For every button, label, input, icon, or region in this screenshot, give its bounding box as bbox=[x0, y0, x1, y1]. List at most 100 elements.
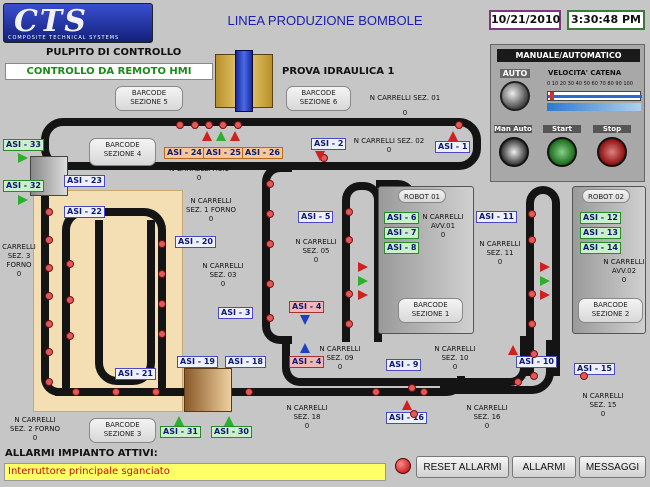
carrelli-sez-05: N CARRELLI SEZ. 05 0 bbox=[295, 238, 337, 264]
roller-icon bbox=[410, 410, 418, 418]
asi-31[interactable]: ASI - 31 bbox=[160, 426, 201, 438]
roller-icon bbox=[45, 208, 53, 216]
conveyor-oven-u bbox=[95, 220, 155, 385]
asi-21[interactable]: ASI - 21 bbox=[115, 368, 156, 380]
roller-icon bbox=[266, 210, 274, 218]
asi-4-top[interactable]: ASI - 4 bbox=[289, 301, 325, 313]
asi-22[interactable]: ASI - 22 bbox=[64, 206, 105, 218]
asi-32[interactable]: ASI - 32 bbox=[3, 180, 44, 192]
asi-13[interactable]: ASI - 13 bbox=[580, 227, 621, 239]
roller-icon bbox=[45, 378, 53, 386]
hydraulic-test-machine[interactable] bbox=[215, 50, 273, 112]
speed-slider[interactable] bbox=[547, 91, 642, 101]
roller-icon bbox=[45, 236, 53, 244]
carrelli-sez-09: N CARRELLI SEZ. 09 0 bbox=[319, 345, 361, 371]
carrelli-sez-02: N CARRELLI SEZ. 02 0 bbox=[353, 137, 425, 154]
asi-14[interactable]: ASI - 14 bbox=[580, 242, 621, 254]
roller-icon bbox=[152, 388, 160, 396]
barcode-sezione-2[interactable]: BARCODE SEZIONE 2 bbox=[578, 298, 643, 323]
date-display: 10/21/2010 bbox=[489, 10, 561, 30]
auto-indicator[interactable] bbox=[500, 81, 530, 111]
asi-24[interactable]: ASI - 24 bbox=[164, 147, 205, 159]
blue-arrow-up-icon bbox=[300, 343, 310, 353]
red-arrow-down-icon bbox=[315, 151, 325, 161]
roller-icon bbox=[158, 270, 166, 278]
page-title: LINEA PRODUZIONE BOMBOLE bbox=[227, 13, 423, 28]
roller-icon bbox=[345, 208, 353, 216]
roller-icon bbox=[408, 384, 416, 392]
carrelli-sez-10: N CARRELLI SEZ. 10 0 bbox=[434, 345, 476, 371]
barcode-sezione-4[interactable]: BARCODE SEZIONE 4 bbox=[89, 138, 156, 166]
alarms-button[interactable]: ALLARMI bbox=[512, 456, 576, 478]
station-sez3[interactable] bbox=[184, 368, 232, 412]
asi-5[interactable]: ASI - 5 bbox=[298, 211, 334, 223]
roller-icon bbox=[245, 388, 253, 396]
green-arrow-right-icon bbox=[540, 276, 550, 286]
roller-icon bbox=[219, 121, 227, 129]
start-button[interactable] bbox=[547, 137, 577, 167]
stop-label: Stop bbox=[593, 125, 631, 133]
hmi-screen: CTS COMPOSITE TECHNICAL SYSTEMS LINEA PR… bbox=[0, 0, 650, 487]
green-arrow-up-icon bbox=[224, 416, 234, 426]
asi-20[interactable]: ASI - 20 bbox=[175, 236, 216, 248]
roller-icon bbox=[266, 280, 274, 288]
roller-icon bbox=[205, 121, 213, 129]
asi-18[interactable]: ASI - 18 bbox=[225, 356, 266, 368]
barcode-sezione-6[interactable]: BARCODE SEZIONE 6 bbox=[286, 86, 351, 111]
asi-9[interactable]: ASI - 9 bbox=[386, 359, 422, 371]
asi-19[interactable]: ASI - 19 bbox=[177, 356, 218, 368]
red-arrow-right-icon bbox=[358, 290, 368, 300]
asi-11[interactable]: ASI - 11 bbox=[476, 211, 517, 223]
asi-10[interactable]: ASI - 10 bbox=[516, 356, 557, 368]
roller-icon bbox=[158, 240, 166, 248]
asi-30[interactable]: ASI - 30 bbox=[211, 426, 252, 438]
man-auto-label: Man Auto bbox=[494, 125, 532, 133]
asi-16[interactable]: ASI - 16 bbox=[386, 412, 427, 424]
red-arrow-up-icon bbox=[230, 131, 240, 141]
asi-3[interactable]: ASI - 3 bbox=[218, 307, 254, 319]
roller-icon bbox=[580, 372, 588, 380]
asi-26[interactable]: ASI - 26 bbox=[242, 147, 283, 159]
asi-8[interactable]: ASI - 8 bbox=[384, 242, 420, 254]
asi-33[interactable]: ASI - 33 bbox=[3, 139, 44, 151]
roller-icon bbox=[528, 236, 536, 244]
carrelli-avv-02: N CARRELLI AVV.02 0 bbox=[603, 258, 645, 284]
cts-logo: CTS COMPOSITE TECHNICAL SYSTEMS bbox=[3, 3, 153, 43]
roller-icon bbox=[345, 290, 353, 298]
barcode-sezione-3[interactable]: BARCODE SEZIONE 3 bbox=[89, 418, 156, 443]
roller-icon bbox=[66, 260, 74, 268]
speed-bar bbox=[547, 103, 641, 111]
carrelli-sez-1-forno: N CARRELLI SEZ. 1 FORNO 0 bbox=[186, 197, 236, 223]
asi-25[interactable]: ASI - 25 bbox=[203, 147, 244, 159]
stop-button[interactable] bbox=[597, 137, 627, 167]
roller-icon bbox=[176, 121, 184, 129]
asi-1[interactable]: ASI - 1 bbox=[435, 141, 471, 153]
carrelli-sez-03: N CARRELLI SEZ. 03 0 bbox=[202, 262, 244, 288]
carrelli-sez-2-forno: N CARRELLI SEZ. 2 FORNO 0 bbox=[10, 416, 60, 442]
roller-icon bbox=[528, 290, 536, 298]
roller-icon bbox=[266, 240, 274, 248]
asi-12[interactable]: ASI - 12 bbox=[580, 212, 621, 224]
green-arrow-up-icon bbox=[216, 131, 226, 141]
roller-icon bbox=[266, 314, 274, 322]
logo-text: CTS bbox=[14, 4, 88, 39]
man-auto-switch[interactable] bbox=[499, 137, 529, 167]
roller-icon bbox=[234, 121, 242, 129]
green-arrow-right-icon bbox=[358, 276, 368, 286]
asi-7[interactable]: ASI - 7 bbox=[384, 227, 420, 239]
roller-icon bbox=[66, 332, 74, 340]
barcode-sezione-1[interactable]: BARCODE SEZIONE 1 bbox=[398, 298, 463, 323]
asi-6[interactable]: ASI - 6 bbox=[384, 212, 420, 224]
messages-button[interactable]: MESSAGGI bbox=[579, 456, 646, 478]
carrelli-sez-3-forno: CARRELLI SEZ. 3 FORNO 0 bbox=[2, 243, 36, 278]
roller-icon bbox=[158, 300, 166, 308]
asi-23[interactable]: ASI - 23 bbox=[64, 175, 105, 187]
carrelli-sez-11: N CARRELLI SEZ. 11 0 bbox=[479, 240, 521, 266]
carrelli-p11: N CARRELLI P.1.1 0 bbox=[169, 165, 229, 182]
asi-2[interactable]: ASI - 2 bbox=[311, 138, 347, 150]
roller-icon bbox=[45, 264, 53, 272]
barcode-sezione-5[interactable]: BARCODE SEZIONE 5 bbox=[115, 86, 183, 111]
roller-icon bbox=[514, 378, 522, 386]
reset-alarms-button[interactable]: RESET ALLARMI bbox=[416, 456, 509, 478]
roller-icon bbox=[191, 121, 199, 129]
